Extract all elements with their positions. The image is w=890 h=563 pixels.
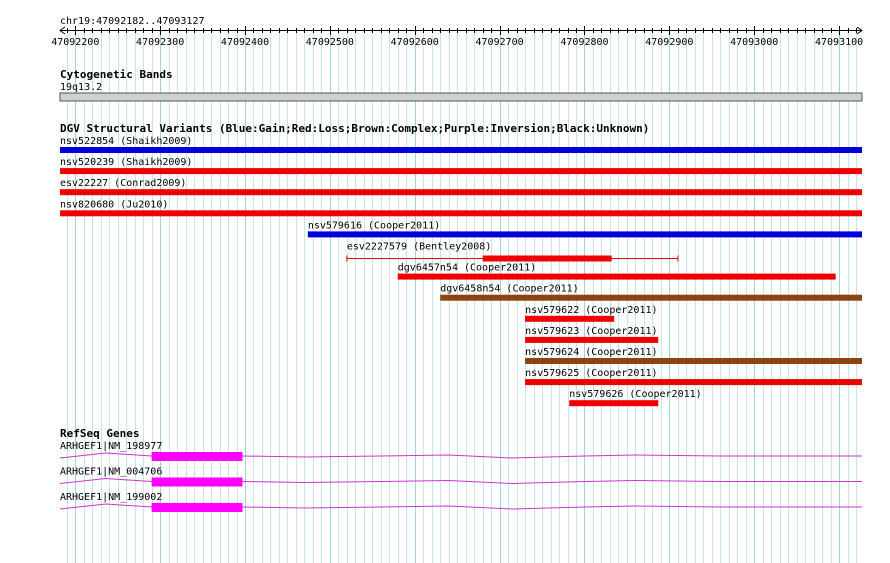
ruler-tick-label: 47092800	[560, 37, 608, 48]
dgv-variant-label: nsv579623 (Cooper2011)	[525, 326, 657, 337]
ruler-tick-label: 47092200	[51, 37, 99, 48]
ruler-tick-label: 47092500	[306, 37, 354, 48]
dgv-variant-bar	[60, 168, 862, 175]
refseq-gene-exon	[151, 477, 243, 487]
dgv-variant-label: nsv579625 (Cooper2011)	[525, 368, 657, 379]
dgv-variant[interactable]: nsv520239 (Shaikh2009)	[60, 157, 862, 175]
dgv-variant[interactable]: dgv6458n54 (Cooper2011)	[440, 284, 862, 301]
dgv-variant-bar	[525, 379, 862, 386]
dgv-variant[interactable]: esv2227579 (Bentley2008)	[346, 242, 679, 262]
refseq-gene-label: ARHGEF1|NM_199002	[60, 492, 162, 503]
dgv-variant[interactable]: nsv579625 (Cooper2011)	[525, 368, 862, 386]
dgv-variant[interactable]: esv22227 (Conrad2009)	[60, 178, 862, 196]
dgv-variant-bar	[569, 400, 659, 407]
ruler-tick-label: 47093000	[730, 37, 778, 48]
refseq-genes-track[interactable]: RefSeq Genes ARHGEF1|NM_198977 ARHGEF1|NM…	[59, 427, 862, 512]
refseq-gene-label: ARHGEF1|NM_198977	[60, 441, 162, 452]
refseq-gene[interactable]: ARHGEF1|NM_004706	[59, 467, 862, 487]
dgv-variant-label: nsv579622 (Cooper2011)	[525, 305, 657, 316]
dgv-variant-bar	[440, 294, 862, 301]
dgv-variant-label: dgv6458n54 (Cooper2011)	[440, 284, 578, 295]
refseq-genes-title: RefSeq Genes	[60, 427, 139, 440]
cytoband-label: 19q13.2	[60, 82, 102, 93]
dgv-variant[interactable]: nsv820680 (Ju2010)	[60, 199, 862, 217]
dgv-variant-label: nsv820680 (Ju2010)	[60, 199, 168, 210]
dgv-structural-variants-track[interactable]: DGV Structural Variants (Blue:Gain;Red:L…	[60, 122, 863, 407]
dgv-variant[interactable]: nsv579622 (Cooper2011)	[525, 305, 658, 322]
dgv-variant-bar	[525, 336, 659, 343]
dgv-variant-label: nsv579616 (Cooper2011)	[308, 220, 440, 231]
genome-browser-view: chr19:47092182..47093127 47092200 4709230…	[51, 16, 863, 563]
cytoband-bar[interactable]	[59, 92, 863, 102]
dgv-variant[interactable]: nsv579626 (Cooper2011)	[569, 389, 702, 407]
dgv-variant[interactable]: nsv522854 (Shaikh2009)	[60, 136, 862, 153]
refseq-gene-exon	[151, 503, 243, 512]
ruler-tick-label: 47093100	[815, 37, 863, 48]
refseq-gene-exon	[151, 452, 243, 461]
dgv-variant-bar	[60, 147, 862, 153]
refseq-gene-label: ARHGEF1|NM_004706	[60, 467, 162, 478]
dgv-variant-bar	[397, 273, 836, 280]
dgv-variant-bar	[60, 210, 862, 217]
ruler-tick-label: 47092700	[476, 37, 524, 48]
ruler-tick-label: 47092600	[391, 37, 439, 48]
dgv-variant-label: esv22227 (Conrad2009)	[60, 178, 186, 189]
ruler-tick-label: 47092300	[136, 37, 184, 48]
dgv-variant-bar	[60, 189, 862, 196]
dgv-variant-core-bar	[482, 255, 612, 262]
dgv-variant[interactable]: nsv579624 (Cooper2011)	[525, 347, 862, 364]
refseq-gene[interactable]: ARHGEF1|NM_199002	[59, 492, 862, 512]
dgv-variant-label: nsv522854 (Shaikh2009)	[60, 136, 192, 147]
dgv-variant-bar	[525, 315, 615, 322]
dgv-variant-bar	[525, 358, 862, 364]
dgv-variant-label: dgv6457n54 (Cooper2011)	[398, 263, 536, 274]
dgv-variant-label: esv2227579 (Bentley2008)	[347, 242, 492, 253]
cytogenetic-bands-title: Cytogenetic Bands	[60, 68, 173, 81]
dgv-variant[interactable]: dgv6457n54 (Cooper2011)	[397, 263, 836, 280]
dgv-variant-label: nsv579626 (Cooper2011)	[569, 389, 701, 400]
ruler-tick-label: 47092900	[645, 37, 693, 48]
dgv-variant-bar	[307, 231, 863, 238]
refseq-gene[interactable]: ARHGEF1|NM_198977	[59, 441, 862, 461]
cytogenetic-bands-track[interactable]: Cytogenetic Bands 19q13.2	[59, 68, 863, 102]
dgv-variant-label: nsv520239 (Shaikh2009)	[60, 157, 192, 168]
dgv-variant-label: nsv579624 (Cooper2011)	[525, 347, 657, 358]
ruler-tick-label: 47092400	[221, 37, 269, 48]
dgv-variant[interactable]: nsv579623 (Cooper2011)	[525, 326, 659, 343]
dgv-track-title: DGV Structural Variants (Blue:Gain;Red:L…	[60, 122, 649, 135]
region-label: chr19:47092182..47093127	[60, 16, 205, 27]
